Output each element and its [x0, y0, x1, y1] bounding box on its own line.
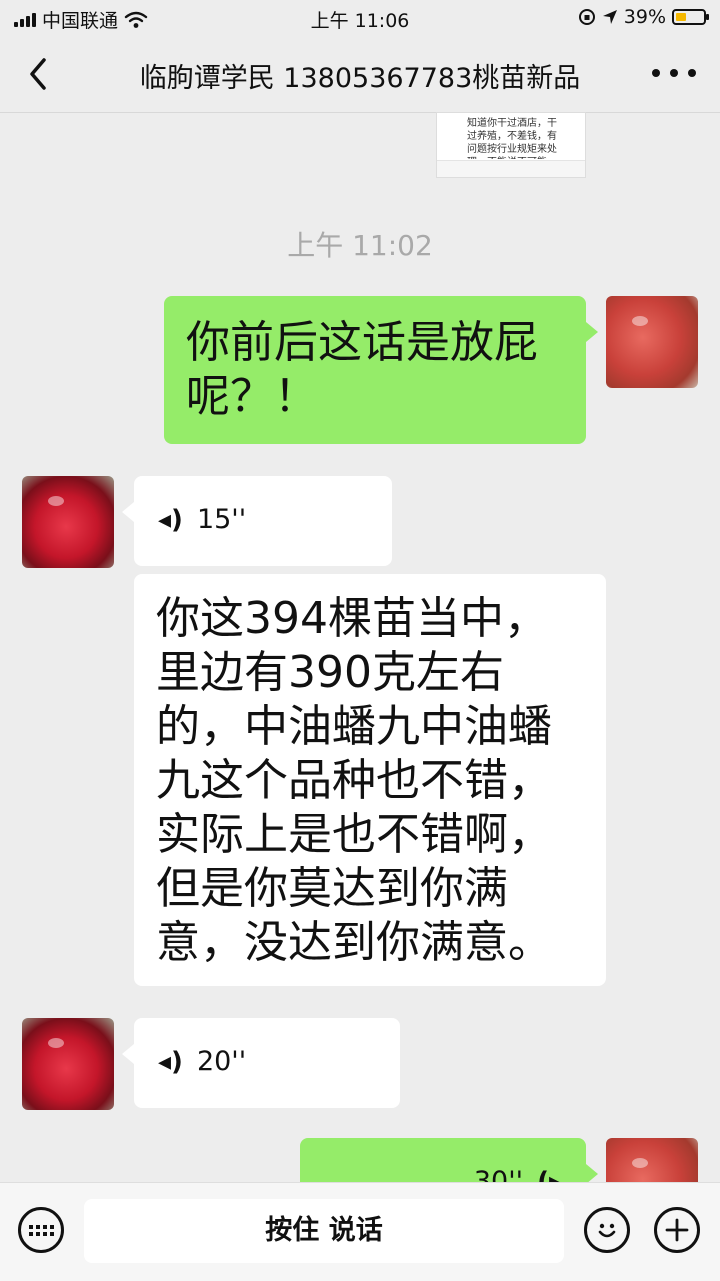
input-bar: 按住 说话: [0, 1182, 720, 1281]
battery-icon: [672, 9, 709, 25]
thumbnail-toolbar: [437, 160, 585, 177]
hold-to-talk-button[interactable]: 按住 说话: [84, 1199, 564, 1263]
voice-wave-icon: ◂): [158, 504, 183, 535]
emoji-icon[interactable]: [584, 1207, 630, 1253]
thumbnail-text: 知道你干过酒店，干过养殖，不差钱，有问题按行业规矩来处理，不能说不可能: [467, 118, 557, 159]
back-icon[interactable]: [22, 54, 58, 94]
message-text: 你前后这话是放屁 呢？！: [186, 317, 538, 422]
message-timestamp: 上午 11:02: [287, 229, 433, 262]
voice-wave-icon: ◂): [158, 1046, 183, 1077]
battery-level-fill: [676, 13, 686, 21]
status-bar: 中国联通 上午 11:06 39%: [0, 0, 720, 36]
voice-duration: 20'': [196, 1046, 247, 1077]
message-text: 你这394棵苗当中， 里边有390克左右 的，中油蟠九中油蟠 九这个品种也不错，…: [156, 593, 552, 968]
self-avatar[interactable]: [606, 296, 698, 388]
message-bubble-self[interactable]: 你前后这话是放屁 呢？！: [164, 296, 598, 444]
contact-avatar[interactable]: [22, 1018, 114, 1110]
location-icon: [602, 10, 617, 24]
chat-title: 临朐谭学民 13805367783桃苗新品: [139, 63, 581, 94]
chat-header: 临朐谭学民 13805367783桃苗新品: [0, 36, 720, 113]
contact-avatar[interactable]: [22, 476, 114, 568]
battery-percent: 39%: [623, 6, 666, 28]
message-bubble-contact[interactable]: 你这394棵苗当中， 里边有390克左右 的，中油蟠九中油蟠 九这个品种也不错，…: [134, 574, 606, 986]
voice-message-bubble[interactable]: ◂) 15'': [122, 476, 392, 566]
voice-message-bubble[interactable]: ◂) 20'': [122, 1018, 400, 1108]
more-options-icon[interactable]: [652, 56, 696, 90]
add-more-icon[interactable]: [654, 1207, 700, 1253]
voice-duration: 15'': [196, 504, 247, 535]
keyboard-toggle-icon[interactable]: [18, 1207, 64, 1253]
image-message-thumbnail[interactable]: 知道你干过酒店，干过养殖，不差钱，有问题按行业规矩来处理，不能说不可能: [436, 112, 586, 178]
orientation-lock-icon: [578, 9, 595, 25]
